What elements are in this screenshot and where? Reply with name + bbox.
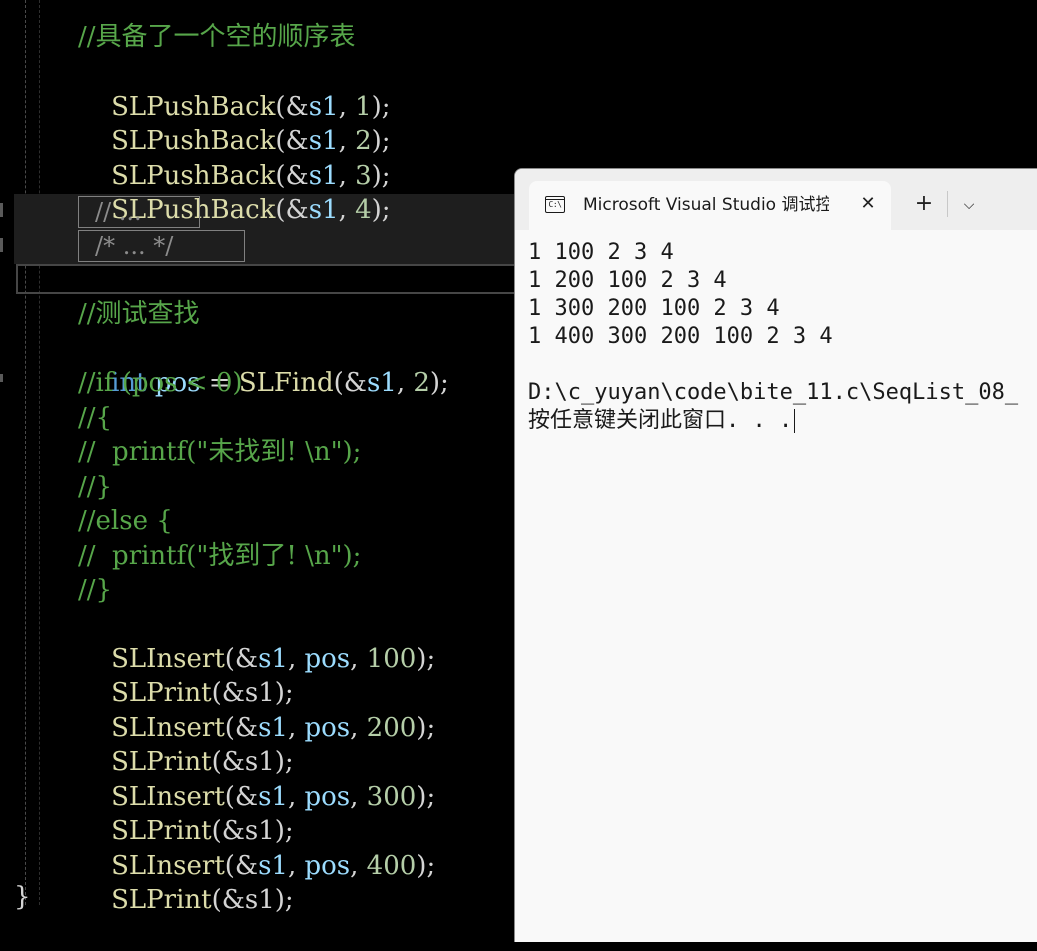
- number-literal: 400: [366, 851, 417, 881]
- code-line-comment[interactable]: //具备了一个空的顺序表: [78, 20, 356, 54]
- closing-brace[interactable]: }: [14, 880, 31, 914]
- code-line-comment[interactable]: //else {: [78, 504, 173, 538]
- punctuation: ,: [350, 644, 367, 674]
- punctuation: ,: [396, 368, 414, 398]
- tab-title: Microsoft Visual Studio 调试控制台: [583, 195, 829, 215]
- punctuation: );: [371, 195, 391, 225]
- punctuation: );: [416, 782, 436, 812]
- code-line-comment[interactable]: // printf("找到了! \n");: [78, 539, 361, 573]
- punctuation: (&s1);: [211, 885, 294, 915]
- code-line-print[interactable]: SLPrint(&s1);: [78, 780, 294, 846]
- punctuation: ,: [350, 782, 367, 812]
- output-line: 1 300 200 100 2 3 4: [528, 296, 780, 321]
- close-tab-button[interactable]: ✕: [855, 191, 881, 217]
- number-literal: 100: [366, 644, 417, 674]
- punctuation: );: [416, 713, 436, 743]
- terminal-icon-label: C:\: [548, 200, 562, 209]
- output-prompt-line: 按任意键关闭此窗口. . .: [528, 407, 1037, 435]
- collapsed-comment-line[interactable]: // ...: [78, 196, 200, 228]
- code-line-insert-400[interactable]: SLInsert(&s1, pos, 400);: [78, 815, 435, 881]
- code-line-print[interactable]: SLPrint(&s1);: [78, 642, 294, 708]
- variable: s1: [366, 368, 397, 398]
- variable: pos: [304, 713, 351, 743]
- code-line-print[interactable]: SLPrint(&s1);: [78, 849, 294, 915]
- new-tab-button[interactable]: +: [909, 189, 939, 219]
- chevron-down-icon[interactable]: ⌵: [955, 191, 983, 219]
- output-line: 1 200 100 2 3 4: [528, 268, 727, 293]
- indent-guide: [25, 0, 26, 905]
- code-line-comment[interactable]: //测试查找: [78, 297, 200, 331]
- indent-guide: [39, 0, 40, 905]
- code-line-print[interactable]: SLPrint(&s1);: [78, 711, 294, 777]
- punctuation: );: [416, 851, 436, 881]
- code-line-pushback-4[interactable]: SLPushBack(&s1, 4);: [78, 159, 391, 225]
- output-line: 1 400 300 200 100 2 3 4: [528, 324, 833, 349]
- collapsed-comment-block[interactable]: /* ... */: [78, 230, 245, 262]
- code-line-pushback-2[interactable]: SLPushBack(&s1, 2);: [78, 90, 391, 156]
- console-output[interactable]: 1 100 2 3 4 1 200 100 2 3 4 1 300 200 10…: [528, 239, 1037, 435]
- code-line-comment[interactable]: //}: [78, 470, 112, 504]
- code-line-comment[interactable]: // printf("未找到! \n");: [78, 435, 361, 469]
- function-name: SLFind: [238, 368, 334, 398]
- code-line-pushback-3[interactable]: SLPushBack(&s1, 3);: [78, 125, 391, 191]
- number-literal: 4: [355, 195, 372, 225]
- change-marker: [0, 374, 3, 382]
- code-line-insert-200[interactable]: SLInsert(&s1, pos, 200);: [78, 677, 435, 743]
- text-cursor: [794, 409, 796, 433]
- punctuation: ,: [338, 195, 356, 225]
- output-line: D:\c_yuyan\code\bite_11.c\SeqList_08_: [528, 380, 1019, 405]
- number-literal: 300: [366, 782, 417, 812]
- number-literal: 200: [366, 713, 417, 743]
- code-line-find[interactable]: int pos = SLFind(&s1, 2);: [78, 332, 449, 398]
- punctuation: ,: [350, 851, 367, 881]
- console-tab[interactable]: C:\ Microsoft Visual Studio 调试控制台 ✕: [529, 181, 891, 230]
- variable: pos: [304, 644, 351, 674]
- code-line-comment[interactable]: //}: [78, 573, 112, 607]
- change-marker: [0, 203, 3, 217]
- debug-console-window[interactable]: C:\ Microsoft Visual Studio 调试控制台 ✕ + ⌵ …: [514, 168, 1037, 942]
- variable: pos: [304, 782, 351, 812]
- punctuation: (&: [333, 368, 367, 398]
- console-titlebar[interactable]: C:\ Microsoft Visual Studio 调试控制台 ✕ + ⌵: [515, 169, 1037, 230]
- press-any-key-prompt: 按任意键关闭此窗口. . .: [528, 408, 793, 433]
- code-line-insert-300[interactable]: SLInsert(&s1, pos, 300);: [78, 746, 435, 812]
- punctuation: ,: [350, 713, 367, 743]
- code-line-comment[interactable]: //{: [78, 401, 112, 435]
- terminal-icon: C:\: [545, 196, 565, 213]
- code-line-pushback-1[interactable]: SLPushBack(&s1, 1);: [78, 56, 391, 122]
- punctuation: );: [429, 368, 449, 398]
- output-line: 1 100 2 3 4: [528, 240, 674, 265]
- number-literal: 2: [413, 368, 430, 398]
- variable: pos: [304, 851, 351, 881]
- punctuation: );: [416, 644, 436, 674]
- code-line-insert-100[interactable]: SLInsert(&s1, pos, 100);: [78, 608, 435, 674]
- punctuation: (&: [275, 195, 309, 225]
- change-marker: [0, 238, 3, 252]
- divider: [947, 191, 948, 217]
- function-name: SLPrint: [111, 885, 212, 915]
- variable: s1: [308, 195, 339, 225]
- code-line-comment[interactable]: //if (pos < 0): [78, 366, 243, 400]
